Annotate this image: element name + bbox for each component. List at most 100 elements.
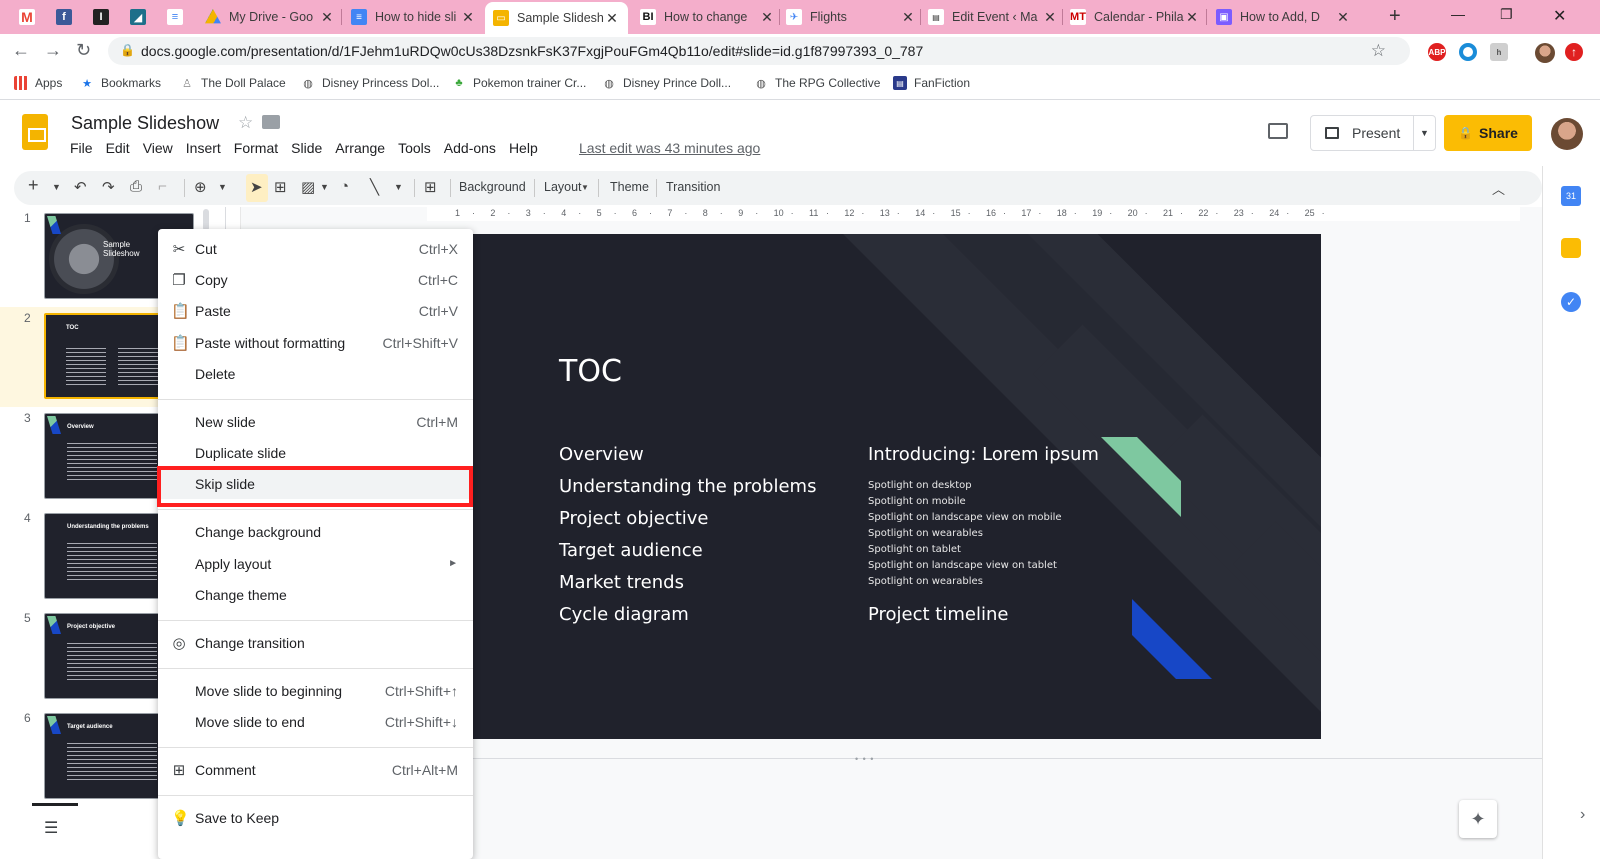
chevron-right-icon[interactable]: › (1580, 806, 1585, 824)
menu-item-comment[interactable]: ⊞ Comment Ctrl+Alt+M (158, 755, 473, 785)
shape-icon[interactable]: ◔ (340, 178, 349, 195)
zoom-icon[interactable]: ⊕ (194, 178, 207, 196)
tab-hide-slide[interactable]: ≡ How to hide sli ✕ (351, 4, 476, 30)
transition-button[interactable]: Transition (666, 180, 720, 194)
back-arrow-icon[interactable]: ← (12, 40, 30, 61)
menu-add-ons[interactable]: Add-ons (444, 140, 496, 156)
maximize-icon[interactable]: ❐ (1500, 6, 1513, 23)
cursor-arrow-icon[interactable]: ➤ (250, 178, 263, 196)
folder-icon[interactable] (262, 115, 280, 129)
image-icon[interactable]: ▨ (301, 178, 315, 196)
toc-item[interactable]: Market trends (559, 572, 684, 593)
close-icon[interactable]: ✕ (759, 9, 775, 26)
print-icon[interactable]: ⎙ (130, 178, 142, 195)
instapaper-icon[interactable]: I (88, 4, 114, 30)
avatar[interactable] (1551, 118, 1583, 150)
tab-flights[interactable]: ✈ Flights ✕ (786, 4, 916, 30)
facebook-icon[interactable]: f (51, 4, 77, 30)
star-icon[interactable]: ☆ (238, 113, 253, 133)
bookmark-rpg-collective[interactable]: ◍ The RPG Collective (754, 76, 880, 90)
menu-arrange[interactable]: Arrange (335, 140, 385, 156)
bookmark-bookmarks[interactable]: ★ Bookmarks (80, 76, 161, 90)
menu-format[interactable]: Format (234, 140, 278, 156)
close-icon[interactable]: ✕ (460, 9, 476, 26)
menu-item-duplicate-slide[interactable]: Duplicate slide (158, 438, 473, 468)
line-icon[interactable]: ╲ (370, 178, 379, 196)
update-menu-icon[interactable]: ↑ (1565, 43, 1583, 61)
explore-icon[interactable]: ✦ (1459, 800, 1497, 838)
spotlight-item[interactable]: Spotlight on mobile (868, 496, 966, 507)
toc-item[interactable]: Target audience (559, 540, 703, 561)
close-icon[interactable]: ✕ (604, 10, 620, 27)
bookmark-fanfiction[interactable]: ▤ FanFiction (893, 76, 970, 90)
menu-item-change-transition[interactable]: ◎ Change transition (158, 628, 473, 658)
menu-item-paste[interactable]: 📋 Paste Ctrl+V (158, 296, 473, 326)
gmail-icon[interactable]: M (14, 4, 40, 30)
menu-tools[interactable]: Tools (398, 140, 431, 156)
menu-item-cut[interactable]: ✂ Cut Ctrl+X (158, 234, 473, 264)
keep-icon[interactable] (1561, 238, 1581, 258)
tab-edit-event[interactable]: ▤ Edit Event ‹ Ma ✕ (928, 4, 1058, 30)
chevron-down-icon[interactable]: ▼ (394, 182, 403, 192)
close-icon[interactable]: ✕ (1184, 9, 1200, 26)
toc-timeline-item[interactable]: Project timeline (868, 604, 1008, 625)
close-icon[interactable]: ✕ (900, 9, 916, 26)
menu-item-change-background[interactable]: Change background (158, 517, 473, 547)
spotlight-item[interactable]: Spotlight on landscape view on mobile (868, 512, 1062, 523)
profile-avatar-icon[interactable] (1535, 43, 1555, 63)
paint-format-icon[interactable]: ⌐ (158, 178, 167, 195)
slide-canvas[interactable]: TOC Overview Understanding the problems … (473, 234, 1321, 739)
spotlight-item[interactable]: Spotlight on wearables (868, 576, 983, 587)
menu-item-apply-layout[interactable]: Apply layout ► (158, 549, 473, 579)
close-icon[interactable]: ✕ (319, 9, 335, 26)
bookmark-disney-prince[interactable]: ◍ Disney Prince Doll... (602, 76, 731, 90)
menu-item-new-slide[interactable]: New slide Ctrl+M (158, 407, 473, 437)
collapse-toolbar-icon[interactable]: ︿ (1492, 179, 1505, 198)
tab-how-to-change[interactable]: BI How to change ✕ (640, 4, 775, 30)
menu-file[interactable]: File (70, 140, 93, 156)
google-docs-pin-icon[interactable]: ≡ (162, 4, 188, 30)
share-button[interactable]: 🔒 Share (1444, 115, 1532, 151)
bookmark-star-icon[interactable]: ☆ (1371, 41, 1386, 61)
menu-item-save-to-keep[interactable]: 💡 Save to Keep (158, 803, 473, 833)
add-comment-icon[interactable]: ⊞ (424, 178, 437, 196)
layout-button[interactable]: Layout (544, 180, 582, 194)
forward-arrow-icon[interactable]: → (44, 40, 62, 61)
menu-edit[interactable]: Edit (106, 140, 130, 156)
spotlight-item[interactable]: Spotlight on desktop (868, 480, 972, 491)
tasks-icon[interactable]: ✓ (1561, 292, 1581, 312)
chevron-down-icon[interactable]: ▼ (1413, 116, 1435, 150)
tab-how-to-add[interactable]: ▣ How to Add, D ✕ (1216, 4, 1351, 30)
calendar-icon[interactable]: 31 (1561, 186, 1581, 206)
bookmark-disney-princess[interactable]: ◍ Disney Princess Dol... (301, 76, 439, 90)
toc-right-heading[interactable]: Introducing: Lorem ipsum (868, 444, 1099, 465)
bookmark-app-icon[interactable]: ◢ (125, 4, 151, 30)
menu-slide[interactable]: Slide (291, 140, 322, 156)
minimize-icon[interactable]: — (1451, 6, 1465, 22)
filmstrip-scrollbar[interactable] (203, 209, 209, 231)
spotlight-item[interactable]: Spotlight on wearables (868, 528, 983, 539)
menu-item-move-to-end[interactable]: Move slide to end Ctrl+Shift+↓ (158, 707, 473, 737)
close-icon[interactable]: ✕ (1042, 9, 1058, 26)
menu-item-move-to-beginning[interactable]: Move slide to beginning Ctrl+Shift+↑ (158, 676, 473, 706)
text-box-icon[interactable]: ⊞ (274, 178, 287, 196)
url-omnibox[interactable]: 🔒 docs.google.com/presentation/d/1FJehm1… (108, 37, 1410, 65)
toc-item[interactable]: Project objective (559, 508, 709, 529)
reload-icon[interactable]: ↻ (76, 40, 91, 61)
spotlight-item[interactable]: Spotlight on landscape view on tablet (868, 560, 1057, 571)
google-slides-logo-icon[interactable] (22, 114, 48, 150)
comments-icon[interactable] (1268, 123, 1288, 139)
last-edit-link[interactable]: Last edit was 43 minutes ago (579, 140, 760, 156)
drag-handle-icon[interactable]: • • • (855, 754, 874, 764)
bookmark-doll-palace[interactable]: ♙ The Doll Palace (180, 76, 286, 90)
tab-calendar[interactable]: MT Calendar - Phila ✕ (1070, 4, 1200, 30)
menu-help[interactable]: Help (509, 140, 538, 156)
new-tab-icon[interactable]: + (1389, 5, 1401, 28)
theme-button[interactable]: Theme (610, 180, 649, 194)
tab-my-drive[interactable]: My Drive - Goo ✕ (205, 4, 335, 30)
new-slide-icon[interactable]: + (28, 175, 39, 196)
undo-icon[interactable]: ↶ (74, 178, 87, 196)
extension-ring-icon[interactable] (1459, 43, 1477, 61)
chevron-down-icon[interactable]: ▼ (218, 182, 227, 192)
bookmark-pokemon[interactable]: ♣ Pokemon trainer Cr... (452, 76, 586, 90)
